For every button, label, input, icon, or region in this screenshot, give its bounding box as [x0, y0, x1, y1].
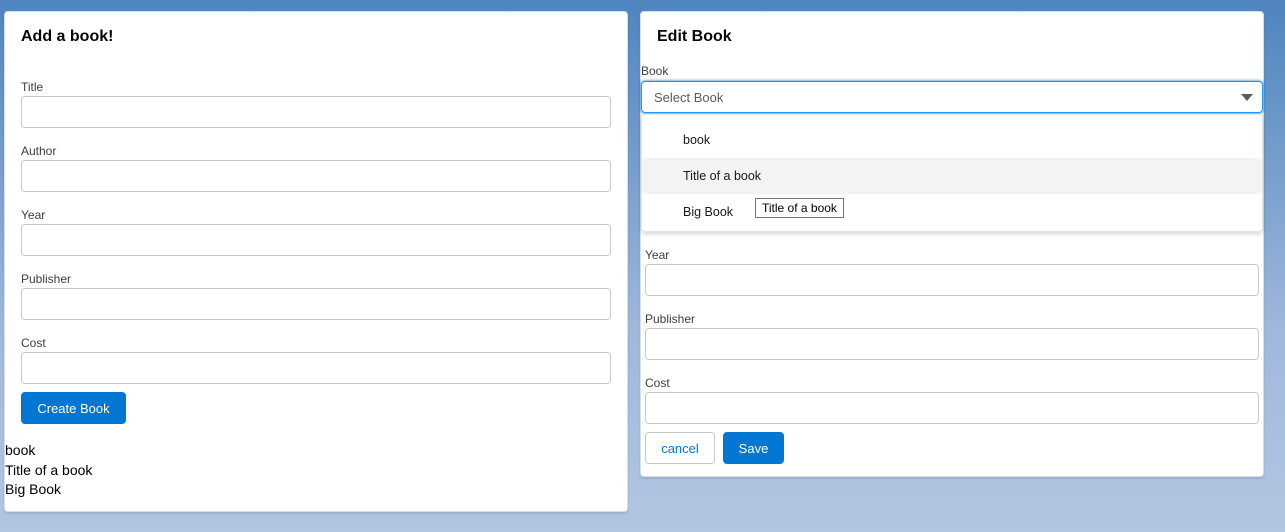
chevron-down-icon[interactable] — [1241, 94, 1253, 101]
publisher-input[interactable] — [21, 288, 611, 320]
author-label: Author — [21, 144, 57, 158]
create-book-button[interactable]: Create Book — [21, 392, 126, 424]
add-book-title: Add a book! — [21, 28, 114, 45]
cost-input[interactable] — [21, 352, 611, 384]
edit-cost-input[interactable] — [645, 392, 1259, 424]
title-label: Title — [21, 80, 44, 94]
edit-year-input[interactable] — [645, 264, 1259, 296]
book-select-dropdown: book Title of a book Big Book — [641, 114, 1263, 232]
list-item: Title of a book — [5, 461, 93, 478]
dropdown-option[interactable]: Title of a book — [642, 158, 1262, 194]
book-select-label: Book — [641, 64, 669, 78]
save-button[interactable]: Save — [723, 432, 784, 464]
book-select-combobox[interactable]: Select Book — [641, 81, 1263, 113]
dropdown-option[interactable]: book — [642, 122, 1262, 158]
title-input[interactable] — [21, 96, 611, 128]
edit-publisher-label: Publisher — [645, 312, 696, 326]
list-item: Big Book — [5, 481, 62, 497]
add-book-card: Add a book! Title Author Year Publisher … — [4, 11, 628, 512]
year-input[interactable] — [21, 224, 611, 256]
author-input[interactable] — [21, 160, 611, 192]
cost-label: Cost — [21, 336, 46, 350]
edit-year-label: Year — [645, 248, 670, 262]
edit-book-title: Edit Book — [657, 28, 732, 45]
edit-publisher-input[interactable] — [645, 328, 1259, 360]
dropdown-option[interactable]: Big Book — [642, 194, 1262, 230]
cancel-button[interactable]: cancel — [645, 432, 715, 464]
edit-cost-label: Cost — [645, 376, 670, 390]
year-label: Year — [21, 208, 46, 222]
book-select-placeholder: Select Book — [654, 90, 724, 105]
list-item: book — [5, 442, 36, 458]
option-tooltip: Title of a book — [755, 198, 844, 218]
book-list: book Title of a book Big Book — [5, 441, 92, 500]
publisher-label: Publisher — [21, 272, 72, 286]
edit-book-card: Edit Book Book Select Book book Title of… — [640, 11, 1264, 477]
